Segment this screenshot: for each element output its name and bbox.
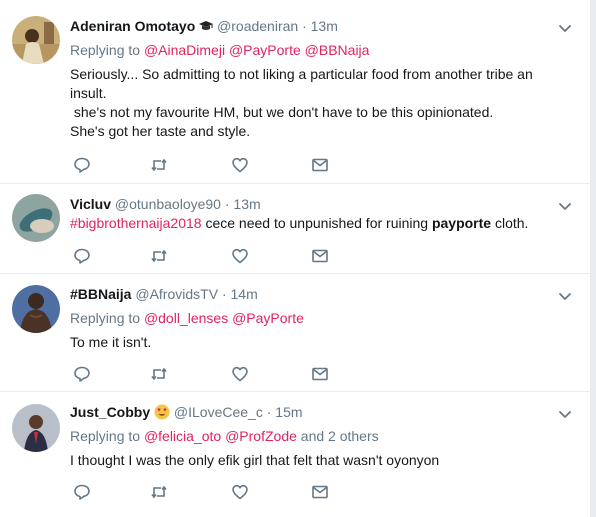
retweet-icon[interactable] (150, 483, 168, 501)
heart-icon[interactable] (231, 247, 249, 265)
envelope-icon[interactable] (311, 247, 329, 265)
tweet-text: To me it isn't. (70, 334, 152, 350)
timestamp[interactable]: 15m (275, 404, 302, 420)
timestamp[interactable]: 14m (231, 286, 258, 302)
chevron-down-icon[interactable] (558, 408, 572, 422)
replying-to: Replying to @doll_lenses @PayPorte (70, 310, 304, 326)
tweet-header: Just_Cobby @ILoveCee_c · 15m (70, 404, 303, 420)
tweet[interactable]: Adeniran Omotayo @roadeniran · 13m Reply… (0, 0, 590, 184)
envelope-icon[interactable] (311, 365, 329, 383)
mention-link[interactable]: @ProfZode (225, 428, 297, 444)
heart-icon[interactable] (231, 483, 249, 501)
retweet-icon[interactable] (150, 247, 168, 265)
tweet-text-line: She's got her taste and style. (70, 123, 251, 139)
tweet[interactable]: #BBNaija @AfrovidsTV · 14m Replying to @… (0, 274, 590, 392)
timestamp[interactable]: 13m (311, 18, 338, 34)
others-link[interactable]: and 2 others (301, 428, 379, 444)
avatar[interactable] (12, 404, 60, 452)
heart-icon[interactable] (231, 365, 249, 383)
separator-dot: · (302, 18, 307, 34)
tweet-text-segment: cloth. (491, 215, 529, 231)
replying-prefix: Replying to (70, 310, 141, 326)
mention-link[interactable]: @BBNaija (305, 42, 370, 58)
heart-eyes-face-icon (154, 404, 170, 420)
replying-prefix: Replying to (70, 428, 141, 444)
avatar[interactable] (12, 16, 60, 64)
tweet-text-line: Seriously... So admitting to not liking … (70, 66, 533, 82)
heart-icon[interactable] (231, 156, 249, 174)
tweet-header: #BBNaija @AfrovidsTV · 14m (70, 286, 258, 302)
author-name[interactable]: Vicluv (70, 196, 111, 212)
chevron-down-icon[interactable] (558, 290, 572, 304)
hashtag-link[interactable]: #bigbrothernaija2018 (70, 215, 202, 231)
mention-link[interactable]: @AinaDimeji (144, 42, 225, 58)
replying-prefix: Replying to (70, 42, 141, 58)
tweet-text: #bigbrothernaija2018 cece need to unpuni… (70, 214, 570, 233)
tweet-text-line: insult. (70, 85, 107, 101)
tweet-header: Adeniran Omotayo @roadeniran · 13m (70, 18, 338, 34)
author-handle[interactable]: @otunbaoloye90 (115, 196, 221, 212)
retweet-icon[interactable] (150, 156, 168, 174)
chevron-down-icon[interactable] (558, 22, 572, 36)
chevron-down-icon[interactable] (558, 200, 572, 214)
reply-icon[interactable] (73, 365, 91, 383)
tweet-text-segment: cece need to unpunished for ruining (201, 215, 432, 231)
mention-link[interactable]: @felicia_oto (144, 428, 221, 444)
tweet-feed: Adeniran Omotayo @roadeniran · 13m Reply… (0, 0, 596, 517)
envelope-icon[interactable] (311, 156, 329, 174)
avatar[interactable] (12, 194, 60, 242)
author-handle[interactable]: @roadeniran (217, 18, 298, 34)
mention-link[interactable]: @PayPorte (232, 310, 304, 326)
replying-to: Replying to @felicia_oto @ProfZode and 2… (70, 428, 379, 444)
tweet-header: Vicluv @otunbaoloye90 · 13m (70, 196, 261, 212)
separator-dot: · (224, 196, 230, 212)
separator-dot: · (266, 404, 272, 420)
author-name[interactable]: Just_Cobby (70, 404, 150, 420)
retweet-icon[interactable] (150, 365, 168, 383)
replying-to: Replying to @AinaDimeji @PayPorte @BBNai… (70, 42, 369, 58)
tweet-text-bold: payporte (431, 215, 492, 231)
tweet-text: Seriously... So admitting to not liking … (70, 65, 570, 141)
tweet[interactable]: Vicluv @otunbaoloye90 · 13m #bigbrothern… (0, 184, 590, 274)
avatar[interactable] (12, 285, 60, 333)
scroll-edge (590, 0, 596, 517)
reply-icon[interactable] (73, 247, 91, 265)
author-name[interactable]: Adeniran Omotayo (70, 18, 195, 34)
mention-link[interactable]: @PayPorte (229, 42, 301, 58)
author-handle[interactable]: @AfrovidsTV (135, 286, 218, 302)
tweet-text-line: she's not my favourite HM, but we don't … (70, 104, 494, 120)
timestamp[interactable]: 13m (233, 196, 260, 212)
author-handle[interactable]: @ILoveCee_c (174, 404, 263, 420)
reply-icon[interactable] (73, 156, 91, 174)
author-name[interactable]: #BBNaija (70, 286, 131, 302)
mention-link[interactable]: @doll_lenses (144, 310, 228, 326)
envelope-icon[interactable] (311, 483, 329, 501)
tweet-text: I thought I was the only efik girl that … (70, 452, 440, 468)
tweet[interactable]: Just_Cobby @ILoveCee_c · 15m Replying to… (0, 392, 590, 517)
separator-dot: · (221, 286, 227, 302)
graduation-cap-icon (199, 19, 214, 33)
reply-icon[interactable] (73, 483, 91, 501)
